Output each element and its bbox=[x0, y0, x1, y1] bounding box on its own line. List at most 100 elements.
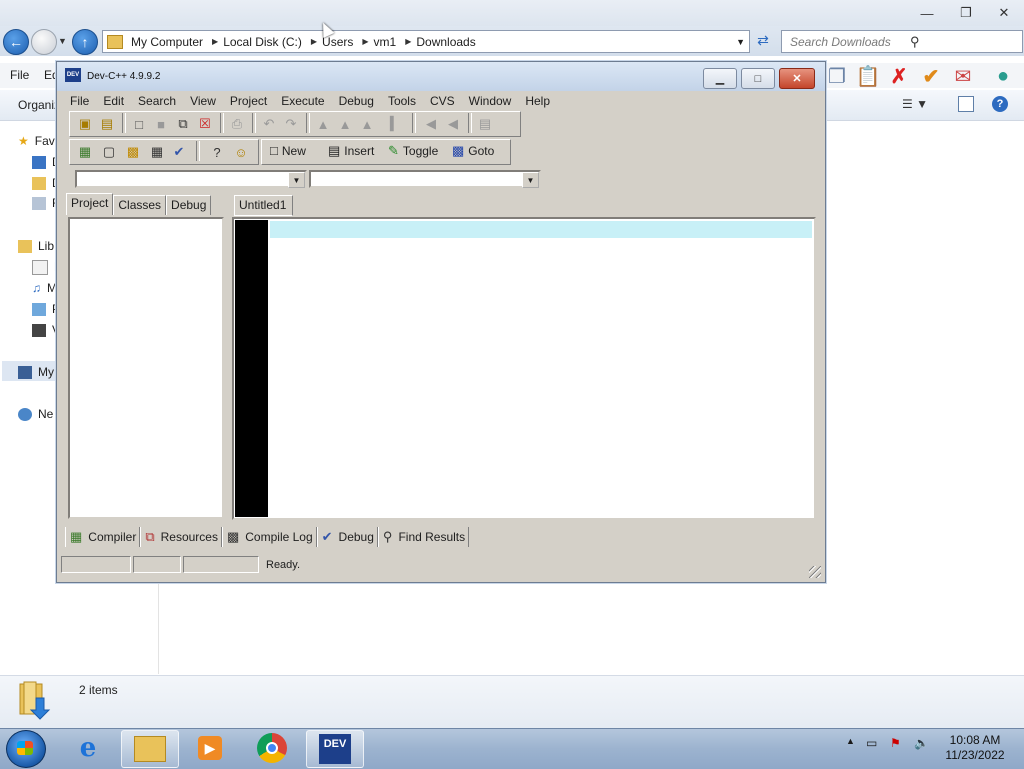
menu-window[interactable]: Window bbox=[462, 94, 519, 108]
menu-execute[interactable]: Execute bbox=[274, 94, 331, 108]
sidebar-computer[interactable]: My bbox=[18, 363, 54, 381]
rename-icon[interactable]: ✉ bbox=[950, 64, 976, 88]
show-hidden-icons-icon[interactable]: ▲ bbox=[846, 736, 855, 746]
tab-debug[interactable]: Debug bbox=[166, 195, 212, 215]
goto-button[interactable]: ▩ Goto bbox=[452, 143, 494, 159]
sidebar-item-music[interactable]: ♫ M bbox=[32, 279, 57, 297]
tab-debug-output[interactable]: ✔ Debug bbox=[316, 527, 378, 547]
preview-pane-icon[interactable] bbox=[958, 96, 974, 112]
menu-edit[interactable]: Edit bbox=[96, 94, 131, 108]
menu-search[interactable]: Search bbox=[131, 94, 183, 108]
resize-grip[interactable] bbox=[809, 566, 821, 578]
menu-project[interactable]: Project bbox=[223, 94, 274, 108]
menu-help[interactable]: Help bbox=[518, 94, 557, 108]
member-combo[interactable]: ▼ bbox=[309, 170, 541, 188]
media-player-icon[interactable]: ▶ bbox=[182, 730, 238, 766]
address-bar[interactable]: My Computer ▶ Local Disk (C:) ▶ Users ▶ … bbox=[102, 30, 750, 53]
sidebar-favorites[interactable]: ★ Fav bbox=[18, 132, 55, 150]
close-file-icon[interactable]: ☒ bbox=[196, 115, 214, 133]
code-editor[interactable] bbox=[232, 217, 816, 520]
breadcrumb-downloads[interactable]: Downloads bbox=[414, 35, 481, 49]
new-project-icon[interactable]: ▣ bbox=[76, 115, 94, 133]
new-file-icon[interactable]: □ bbox=[130, 115, 148, 133]
action-center-icon[interactable]: ⚑ bbox=[890, 736, 901, 750]
help-icon[interactable]: ? bbox=[992, 96, 1008, 112]
search-input[interactable]: Search Downloads ⚲ bbox=[781, 30, 1023, 53]
internet-explorer-icon[interactable]: e bbox=[60, 730, 116, 766]
network-tray-icon[interactable]: ▭ bbox=[866, 736, 877, 750]
address-dropdown-icon[interactable]: ▼ bbox=[736, 37, 745, 47]
menu-view[interactable]: View bbox=[183, 94, 223, 108]
paste-icon[interactable]: 📋 bbox=[855, 64, 881, 88]
tab-resources[interactable]: ⧉ Resources bbox=[140, 527, 222, 547]
organize-button[interactable]: Organiz bbox=[18, 98, 60, 112]
sidebar-libraries[interactable]: Lib bbox=[18, 237, 54, 255]
project-options-icon[interactable]: ▤ bbox=[476, 115, 494, 133]
recent-pages-dropdown-icon[interactable]: ▼ bbox=[58, 36, 67, 46]
explorer-menu-file[interactable]: File bbox=[10, 68, 29, 82]
replace-icon[interactable]: ▲ bbox=[336, 115, 354, 133]
redo-icon[interactable]: ↷ bbox=[282, 115, 300, 133]
debug-check-icon[interactable]: ✔ bbox=[170, 143, 188, 161]
print-icon[interactable]: ⎙ bbox=[228, 115, 246, 133]
chrome-icon[interactable] bbox=[244, 730, 300, 766]
breadcrumb-arrow-icon[interactable]: ▶ bbox=[402, 37, 414, 46]
minimize-button[interactable]: ▁ bbox=[703, 68, 737, 89]
tab-compiler[interactable]: ▦ Compiler bbox=[65, 527, 141, 547]
undo-icon[interactable]: ↶ bbox=[260, 115, 278, 133]
chevron-down-icon[interactable]: ▼ bbox=[288, 172, 305, 188]
find-icon[interactable]: ▲ bbox=[314, 115, 332, 133]
copy-icon[interactable]: ❐ bbox=[824, 64, 850, 88]
up-button[interactable]: ↑ bbox=[72, 29, 98, 55]
project-browser[interactable] bbox=[68, 217, 224, 519]
forward-button[interactable] bbox=[31, 29, 57, 55]
maximize-button[interactable]: □ bbox=[741, 68, 775, 89]
breadcrumb-vm1[interactable]: vm1 bbox=[372, 35, 403, 49]
class-combo[interactable]: ▼ bbox=[75, 170, 307, 188]
breadcrumb-local-disk[interactable]: Local Disk (C:) bbox=[221, 35, 308, 49]
compile-run-icon[interactable]: ▩ bbox=[124, 143, 142, 161]
find-next-icon[interactable]: ▲ bbox=[358, 115, 376, 133]
compile-icon[interactable]: ▦ bbox=[76, 143, 94, 161]
menu-cvs[interactable]: CVS bbox=[423, 94, 462, 108]
search-icon[interactable]: ⚲ bbox=[902, 34, 1022, 50]
devcpp-taskbar-icon[interactable]: DEV bbox=[306, 730, 364, 768]
tab-untitled1[interactable]: Untitled1 bbox=[234, 195, 294, 216]
breadcrumb-arrow-icon[interactable]: ▶ bbox=[359, 37, 371, 46]
explorer-restore-button[interactable]: ❐ bbox=[952, 3, 980, 23]
about-icon[interactable]: ☺ bbox=[232, 143, 250, 161]
volume-icon[interactable]: 🔈 bbox=[914, 736, 929, 750]
tab-compile-log[interactable]: ▩ Compile Log bbox=[221, 527, 317, 547]
menu-file[interactable]: File bbox=[63, 94, 96, 108]
save-all-icon[interactable]: ⧉ bbox=[174, 115, 192, 133]
checkmark-icon[interactable]: ✔ bbox=[918, 64, 944, 88]
menu-debug[interactable]: Debug bbox=[332, 94, 381, 108]
explorer-close-button[interactable]: ✕ bbox=[990, 3, 1018, 23]
sidebar-network[interactable]: Ne bbox=[18, 405, 53, 423]
system-clock[interactable]: 10:08 AM 11/23/2022 bbox=[940, 733, 1010, 763]
tab-project[interactable]: Project bbox=[66, 193, 114, 215]
breadcrumb-arrow-icon[interactable]: ▶ bbox=[308, 37, 320, 46]
help-question-icon[interactable]: ? bbox=[208, 143, 226, 161]
windows-explorer-icon[interactable] bbox=[121, 730, 179, 768]
save-icon[interactable]: ■ bbox=[152, 115, 170, 133]
delete-icon[interactable]: ✗ bbox=[886, 64, 912, 88]
remove-from-project-icon[interactable]: ◀ bbox=[444, 115, 462, 133]
run-icon[interactable]: ▢ bbox=[100, 143, 118, 161]
tab-classes[interactable]: Classes bbox=[113, 195, 167, 215]
add-to-project-icon[interactable]: ◀ bbox=[422, 115, 440, 133]
view-options-icon[interactable]: ☰ ▼ bbox=[902, 97, 928, 111]
open-project-icon[interactable]: ▤ bbox=[98, 115, 116, 133]
new-button[interactable]: □ New bbox=[270, 143, 306, 158]
close-button[interactable]: ✕ bbox=[779, 68, 815, 89]
goto-line-icon[interactable]: ▍ bbox=[386, 115, 404, 133]
rebuild-all-icon[interactable]: ▦ bbox=[148, 143, 166, 161]
globe-icon[interactable]: ● bbox=[990, 64, 1016, 88]
back-button[interactable]: ← bbox=[3, 29, 29, 55]
menu-tools[interactable]: Tools bbox=[381, 94, 423, 108]
explorer-minimize-button[interactable]: — bbox=[913, 3, 941, 23]
tab-find-results[interactable]: ⚲ Find Results bbox=[377, 527, 470, 547]
start-button[interactable] bbox=[6, 730, 46, 768]
chevron-down-icon[interactable]: ▼ bbox=[522, 172, 539, 188]
breadcrumb-my-computer[interactable]: My Computer bbox=[129, 35, 209, 49]
